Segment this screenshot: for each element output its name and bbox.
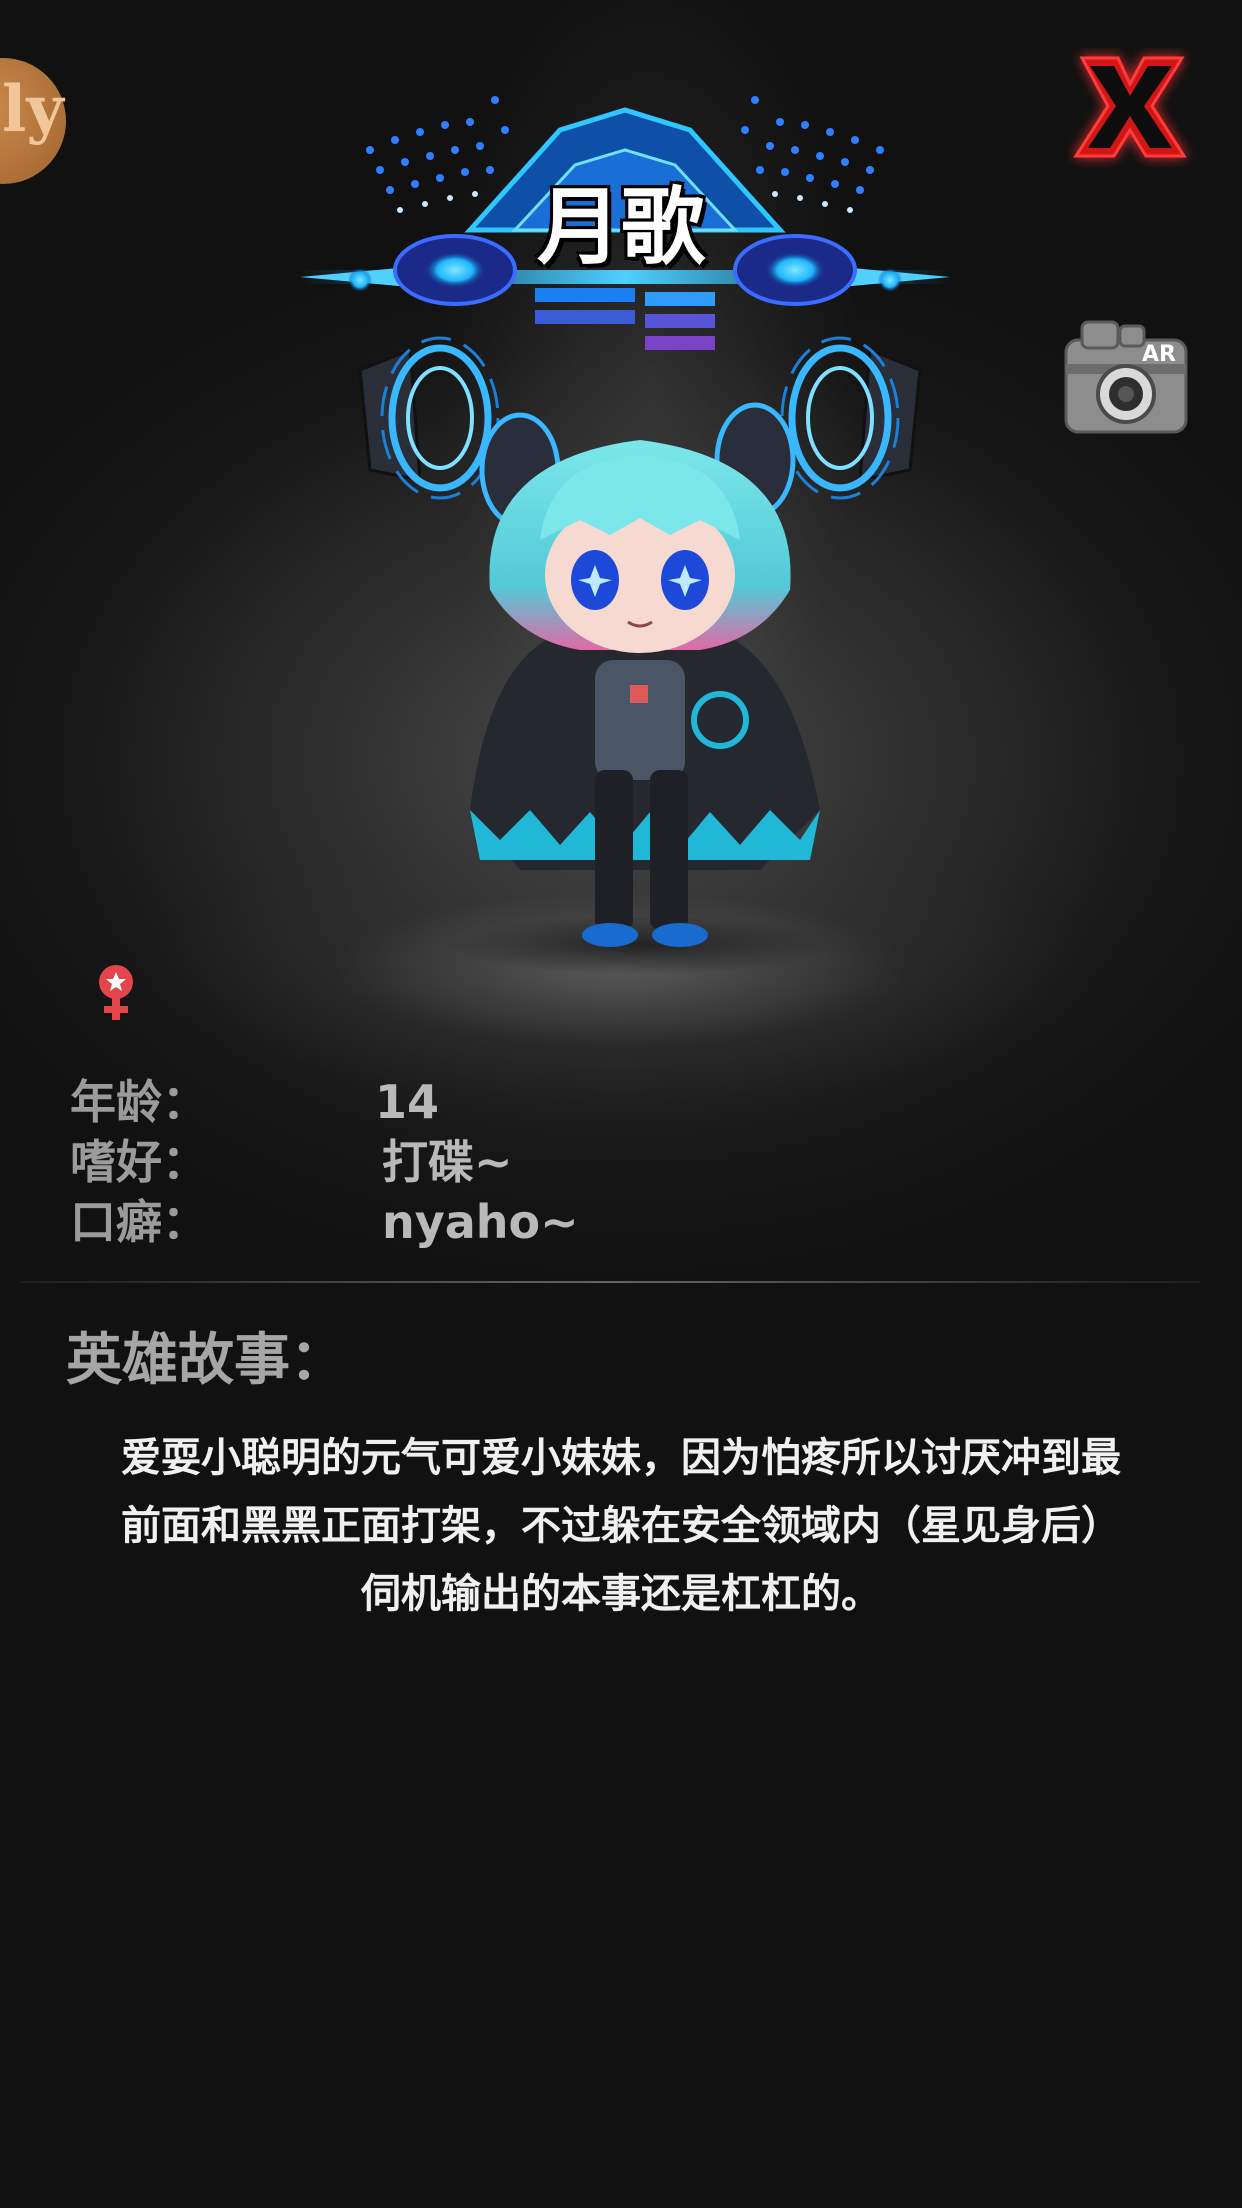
hobby-value: 打碟~	[382, 1135, 513, 1189]
age-label: 年龄：	[70, 1075, 208, 1129]
close-x-icon	[1073, 56, 1187, 158]
section-divider	[20, 1281, 1200, 1283]
story-title: 英雄故事：	[66, 1328, 346, 1393]
female-icon	[99, 965, 133, 1020]
catchphrase-value: nyaho~	[382, 1195, 579, 1249]
catchphrase-label: 口癖：	[70, 1195, 208, 1249]
catchphrase-row: 口癖： nyaho~	[70, 1192, 870, 1252]
ar-camera-icon	[1064, 320, 1188, 434]
story-line: 伺机输出的本事还是杠杠的。	[361, 1571, 881, 1617]
story-line: 爱耍小聪明的元气可爱小妹妹，因为怕疼所以讨厌冲到最	[121, 1435, 1121, 1481]
age-row: 年龄： 14	[70, 1072, 870, 1132]
story-text: 爱耍小聪明的元气可爱小妹妹，因为怕疼所以讨厌冲到最 前面和黑黑正面打架，不过躲在…	[60, 1424, 1182, 1628]
hobby-label: 嗜好：	[70, 1135, 208, 1189]
ar-label: AR	[1142, 342, 1176, 367]
story-line: 前面和黑黑正面打架，不过躲在安全领域内（星见身后）	[121, 1503, 1121, 1549]
story-panel	[0, 1282, 1242, 2208]
ar-camera-button[interactable]: AR	[1060, 312, 1192, 438]
hero-detail-screen: ly AR 月歌 年龄： 14 嗜好： 打碟~ 口癖： nyaho~ 英雄故事：…	[0, 0, 1242, 2208]
back-button-glyph: ly	[2, 72, 64, 147]
back-button[interactable]: ly	[0, 58, 66, 184]
hero-name: 月歌	[536, 178, 705, 276]
hobby-row: 嗜好： 打碟~	[70, 1132, 870, 1192]
age-value: 14	[375, 1075, 440, 1129]
hero-character-model	[450, 402, 830, 975]
close-button[interactable]	[1060, 48, 1200, 168]
